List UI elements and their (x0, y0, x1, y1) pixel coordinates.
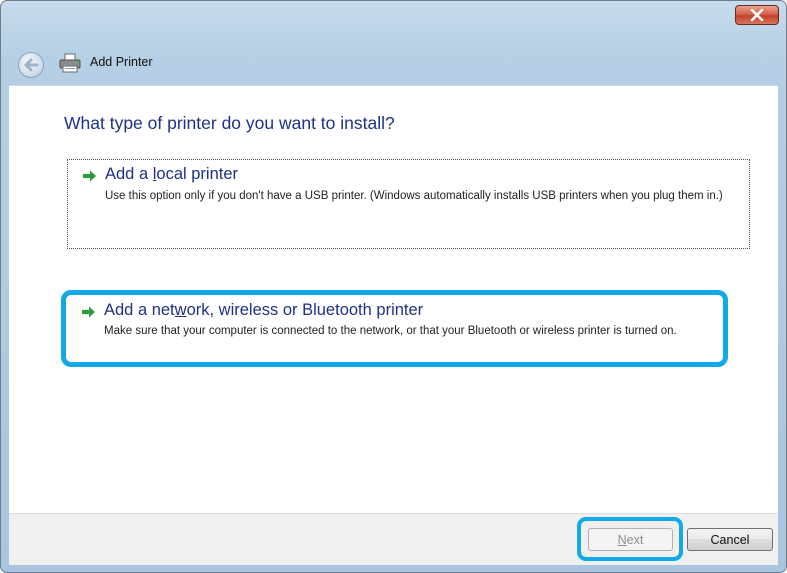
green-arrow-icon (83, 170, 96, 182)
close-icon (750, 9, 764, 21)
cancel-button[interactable]: Cancel (687, 528, 773, 551)
button-bar: Next Cancel (9, 513, 778, 565)
page-heading: What type of printer do you want to inst… (64, 113, 395, 133)
content-area: What type of printer do you want to inst… (9, 85, 778, 514)
local-printer-description: Use this option only if you don't have a… (105, 190, 723, 202)
back-button[interactable] (18, 52, 44, 78)
network-printer-title: Add a network, wireless or Bluetooth pri… (104, 301, 424, 319)
back-arrow-icon (24, 58, 39, 72)
add-network-printer-option[interactable]: Add a network, wireless or Bluetooth pri… (61, 290, 728, 367)
green-arrow-icon (82, 306, 95, 318)
next-button[interactable]: Next (588, 528, 673, 551)
printer-icon (59, 53, 81, 73)
window-title: Add Printer (90, 55, 153, 69)
local-printer-title: Add a local printer (105, 165, 239, 183)
close-button[interactable] (735, 5, 779, 25)
add-printer-window: Add Printer What type of printer do you … (0, 0, 787, 573)
title-bar: Add Printer (1, 1, 786, 85)
network-printer-description: Make sure that your computer is connecte… (104, 325, 677, 337)
add-local-printer-option[interactable]: Add a local printer Use this option only… (67, 159, 750, 249)
